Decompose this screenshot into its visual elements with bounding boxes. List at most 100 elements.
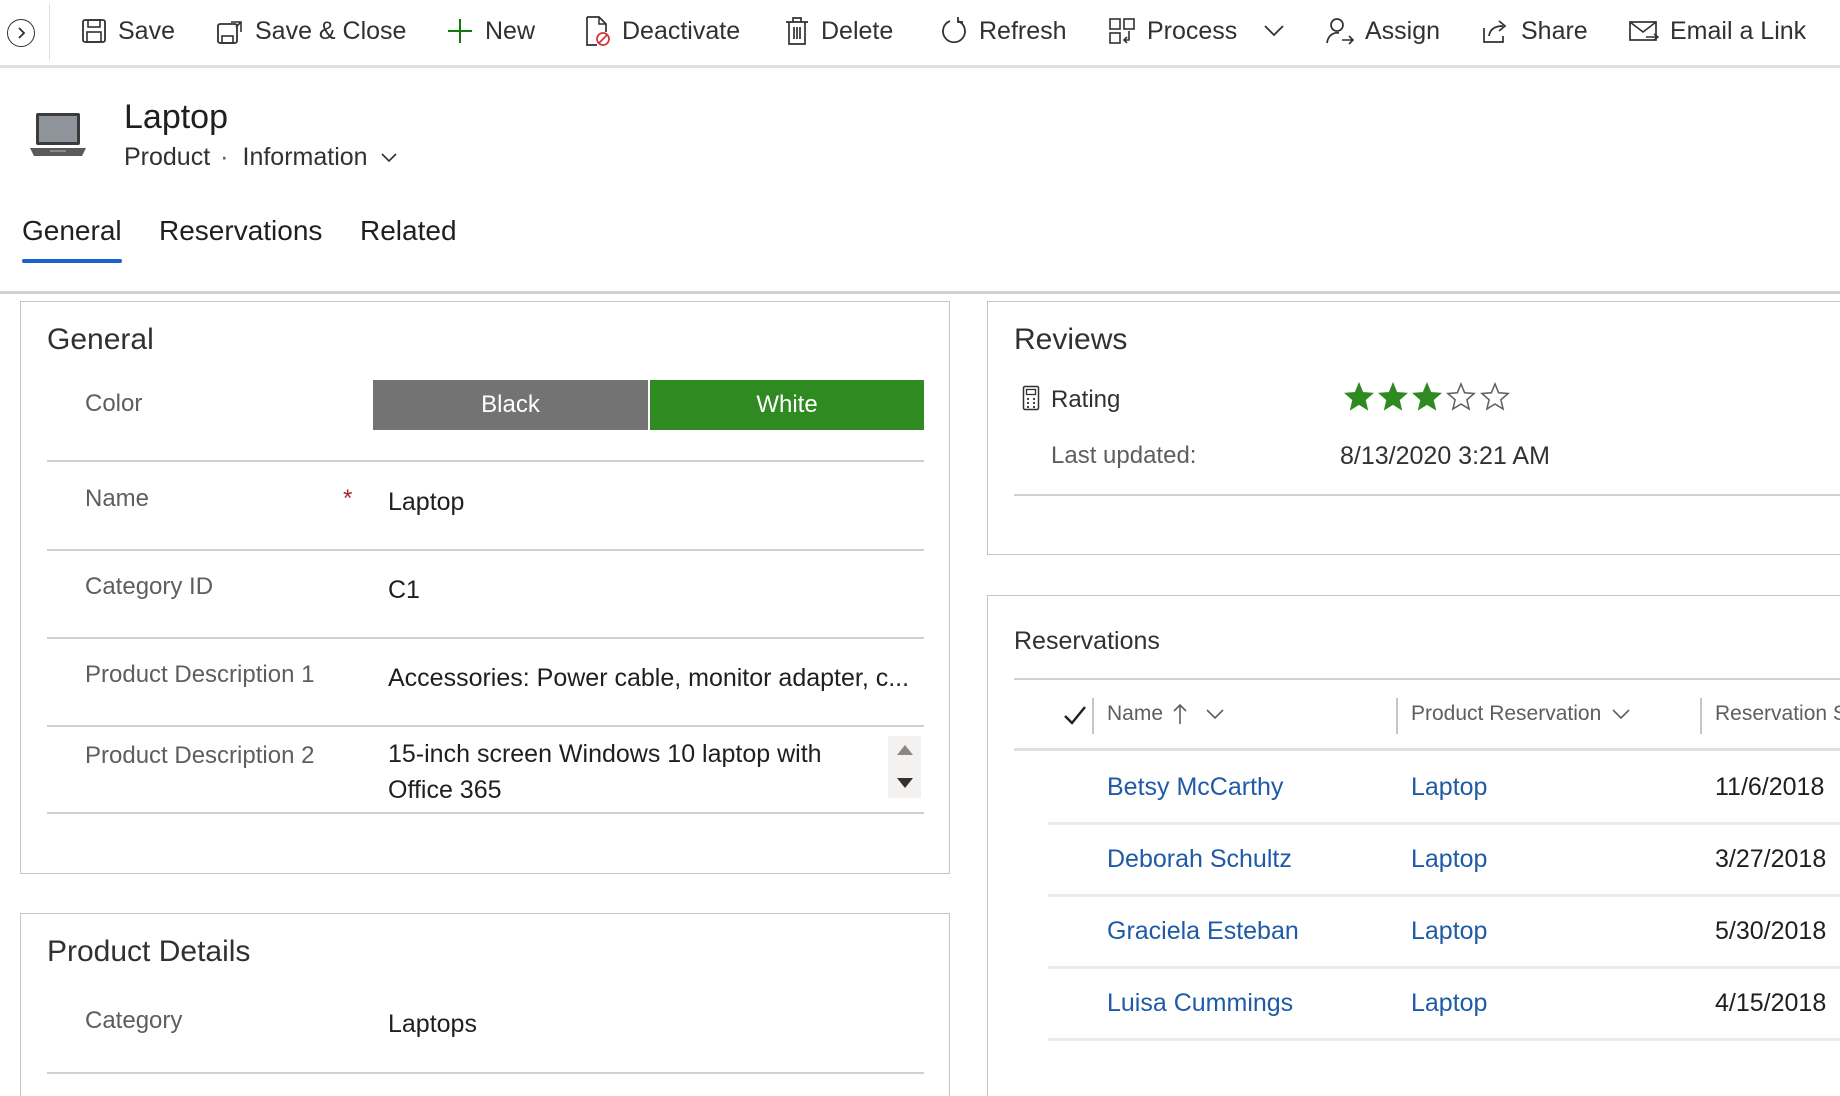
row-divider [1048,1038,1840,1041]
entity-name: Product [124,143,211,171]
delete-button[interactable]: Delete [783,10,893,52]
column-header-product-reservation-label: Product Reservation [1411,702,1602,725]
process-button[interactable]: Process [1107,10,1285,52]
trash-icon [786,17,808,45]
divider [47,1072,924,1074]
reviews-title: Reviews [1014,323,1128,356]
column-header-name-label: Name [1107,702,1164,725]
tab-related[interactable]: Related [360,215,457,247]
save-button-label: Save [118,16,175,45]
star-filled-icon[interactable] [1412,382,1442,412]
email-link-button-label: Email a Link [1670,16,1807,45]
category-id-label: Category ID [85,573,214,600]
product-description-2-field[interactable]: 15-inch screen Windows 10 laptop with Of… [388,736,888,798]
tab-reservations[interactable]: Reservations [159,215,322,247]
chevron-down-icon[interactable] [1263,24,1285,38]
rating-label: Rating [1051,386,1121,413]
refresh-button-label: Refresh [979,16,1067,45]
tab-general[interactable]: General [22,215,122,247]
new-button[interactable]: New [445,10,535,52]
select-all-checkmark-icon[interactable] [1063,704,1087,726]
record-subtitle: Product · Information [124,143,398,172]
refresh-button[interactable]: Refresh [939,10,1067,52]
save-close-icon [217,21,242,44]
reservation-name-link[interactable]: Deborah Schultz [1107,845,1292,874]
reservation-date: 4/15/2018 [1715,989,1827,1017]
form-name: Information [242,143,368,171]
divider [47,637,924,639]
column-header-name[interactable]: Name [1107,702,1225,726]
reservation-date: 3/27/2018 [1715,845,1827,873]
delete-button-label: Delete [821,16,894,45]
rating-stars[interactable] [1344,382,1510,412]
category-label: Category [85,1007,183,1034]
divider [47,460,924,462]
color-label: Color [85,390,143,417]
row-divider [1048,894,1840,897]
name-field[interactable]: Laptop [388,488,464,517]
column-header-reservation-start[interactable]: Reservation S [1715,702,1840,726]
assign-button[interactable]: Assign [1325,10,1440,52]
share-button[interactable]: Share [1481,10,1588,52]
product-description-1-label: Product Description 1 [85,661,315,688]
tab-selected-indicator [22,259,122,263]
reservation-name-link[interactable]: Graciela Esteban [1107,917,1299,946]
scroll-up-icon[interactable] [897,745,913,755]
reservations-title: Reservations [1014,627,1160,655]
email-link-button[interactable]: Email a Link [1628,10,1806,52]
product-reservation-link[interactable]: Laptop [1411,917,1487,946]
record-title: Laptop [124,98,228,136]
category-id-field[interactable]: C1 [388,576,420,605]
star-filled-icon[interactable] [1378,382,1408,412]
star-filled-icon[interactable] [1344,382,1374,412]
save-button[interactable]: Save [80,10,175,52]
category-field[interactable]: Laptops [388,1010,477,1039]
new-button-label: New [485,16,536,45]
deactivate-button-label: Deactivate [622,16,741,45]
product-details-title: Product Details [47,935,251,968]
row-divider [1048,822,1840,825]
grid-header-divider [1014,748,1840,751]
reservation-date: 11/6/2018 [1715,773,1825,801]
color-option-black[interactable]: Black [373,380,648,430]
share-button-label: Share [1521,16,1588,45]
column-header-product-reservation[interactable]: Product Reservation [1411,702,1631,726]
assign-icon [1326,18,1355,45]
required-indicator: * [343,485,353,512]
subtitle-separator: · [220,143,229,171]
column-header-reservation-start-label: Reservation S [1715,702,1840,725]
general-section-title: General [47,323,154,356]
product-description-2-label: Product Description 2 [85,742,315,769]
product-reservation-link[interactable]: Laptop [1411,989,1487,1018]
name-label: Name [85,485,150,512]
command-bar: Save Save & Close New Deactivate Delete … [0,0,1840,68]
reservation-name-link[interactable]: Betsy McCarthy [1107,773,1283,802]
product-reservation-link[interactable]: Laptop [1411,845,1487,874]
product-description-1-field[interactable]: Accessories: Power cable, monitor adapte… [388,664,909,693]
last-updated-value: 8/13/2020 3:21 AM [1340,442,1550,470]
share-icon [1483,20,1507,43]
save-close-button-label: Save & Close [255,16,407,45]
process-button-label: Process [1147,16,1238,45]
laptop-image [30,113,86,156]
color-option-white[interactable]: White [650,380,924,430]
star-empty-icon[interactable] [1446,382,1476,412]
process-icon [1109,18,1135,44]
form-selector[interactable]: Information [243,143,398,172]
command-bar-divider [49,4,50,60]
save-close-button[interactable]: Save & Close [215,10,406,52]
reservation-name-link[interactable]: Luisa Cummings [1107,989,1293,1018]
chevron-down-icon [380,152,397,162]
star-empty-icon[interactable] [1480,382,1510,412]
deactivate-button[interactable]: Deactivate [582,10,740,52]
save-icon [82,19,106,43]
column-separator [1092,698,1094,734]
reservation-date: 5/30/2018 [1715,917,1827,945]
row-divider [1048,966,1840,969]
refresh-icon [942,17,966,44]
last-updated-label: Last updated: [1051,442,1197,469]
expand-nav-icon[interactable] [7,19,35,47]
scroll-down-icon[interactable] [897,778,913,788]
description-scrollbar[interactable] [888,736,921,798]
product-reservation-link[interactable]: Laptop [1411,773,1487,802]
